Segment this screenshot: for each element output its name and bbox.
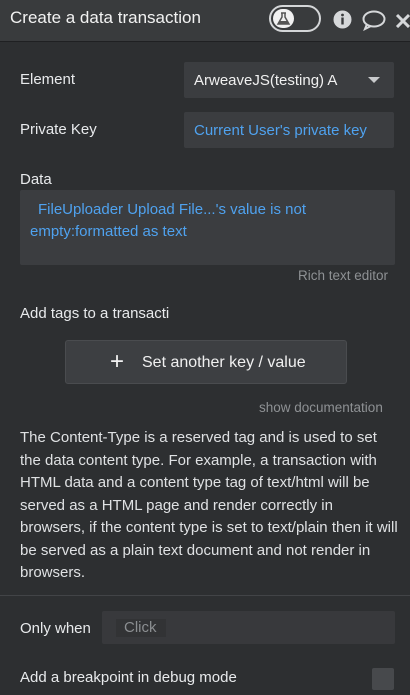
data-label: Data [20,171,52,188]
debug-toggle[interactable] [269,5,321,32]
flask-icon [276,12,291,25]
panel-title: Create a data transaction [10,8,201,27]
comment-icon[interactable] [361,9,387,31]
plus-icon: + [110,348,125,375]
set-key-value-button[interactable]: + Set another key / value [65,340,347,384]
tags-label: Add tags to a transacti [20,305,170,322]
private-key-label: Private Key [20,121,97,138]
element-value: ArweaveJS(testing) A [194,72,338,89]
element-label: Element [20,71,76,88]
content-type-description: The Content-Type is a reserved tag and i… [20,429,398,581]
breakpoint-label: Add a breakpoint in debug mode [20,669,237,686]
private-key-field[interactable]: Current User's private key [184,112,394,148]
breakpoint-checkbox[interactable] [372,668,394,690]
data-value-line1: FileUploader Upload File...'s value is n… [38,201,306,218]
toggle-knob [273,9,294,28]
close-icon[interactable] [394,12,410,28]
private-key-value: Current User's private key [194,122,367,139]
panel-header: Create a data transaction [0,0,410,42]
chevron-down-icon [368,77,380,83]
only-when-input[interactable]: Click [102,611,395,644]
set-key-value-label: Set another key / value [142,354,306,371]
data-value-line2: empty:formatted as text [30,223,187,240]
show-documentation-link[interactable]: show documentation [259,400,383,415]
only-when-placeholder: Click [116,619,166,637]
element-dropdown[interactable]: ArweaveJS(testing) A [184,62,394,98]
info-icon[interactable] [332,9,353,30]
section-divider [0,595,410,596]
data-field[interactable]: FileUploader Upload File...'s value is n… [20,190,395,265]
only-when-label: Only when [20,620,91,637]
rich-text-editor-link[interactable]: Rich text editor [298,268,388,283]
